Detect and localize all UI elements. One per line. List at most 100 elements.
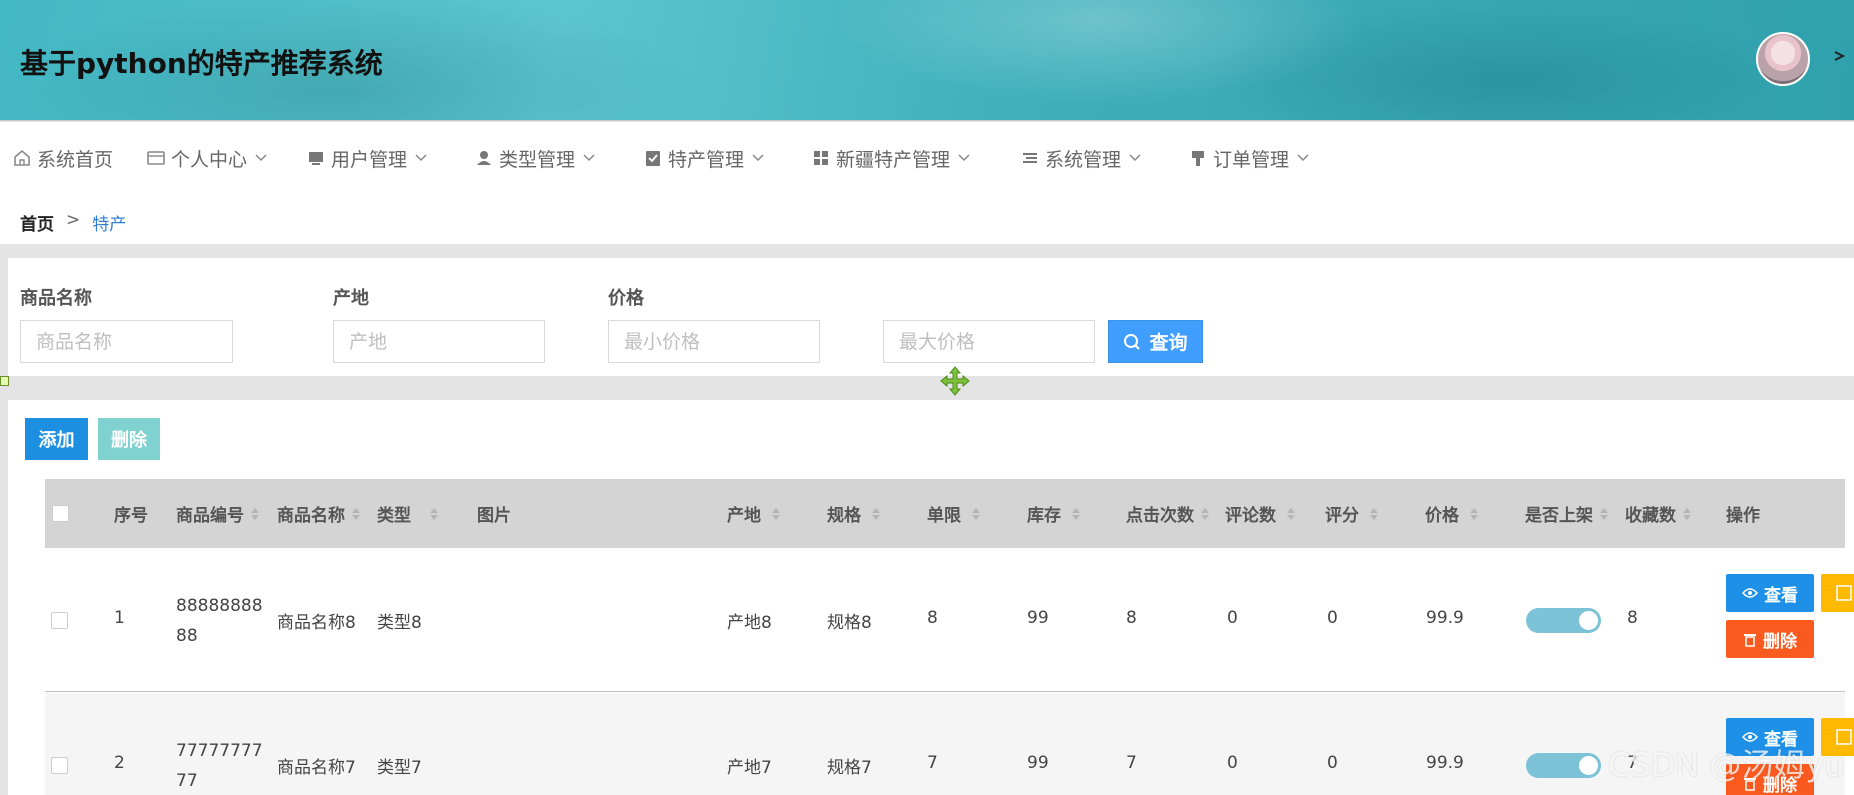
min-price-input[interactable]	[608, 320, 820, 363]
nav-item-users[interactable]: 用户管理	[306, 144, 427, 172]
col-on-shelf[interactable]: 是否上架	[1525, 479, 1609, 548]
col-spec[interactable]: 规格	[827, 479, 881, 548]
view-button[interactable]: 查看	[1726, 574, 1814, 612]
sort-icon[interactable]	[250, 506, 260, 522]
avatar[interactable]	[1756, 32, 1810, 86]
row-checkbox[interactable]	[51, 612, 68, 629]
breadcrumb: 首页 > 特产	[20, 210, 126, 235]
nav-item-system[interactable]: 系统管理	[1020, 144, 1141, 172]
edit-icon	[1836, 585, 1852, 601]
trash-icon	[1744, 633, 1756, 647]
cell-code: 7777777777	[176, 741, 263, 791]
chevron-down-icon	[255, 154, 267, 162]
chevron-down-icon[interactable]	[1832, 46, 1846, 66]
col-type[interactable]: 类型	[377, 479, 439, 548]
nav-item-label: 订单管理	[1213, 148, 1290, 171]
col-origin[interactable]: 产地	[727, 479, 781, 548]
brush-icon	[1192, 151, 1204, 166]
cell-clicks: 8	[1126, 608, 1137, 628]
grid-icon	[814, 151, 828, 165]
sort-icon[interactable]	[771, 506, 781, 522]
delete-button[interactable]: 删除	[1726, 620, 1814, 658]
col-index: 序号	[114, 506, 148, 526]
col-clicks[interactable]: 点击次数	[1126, 479, 1210, 548]
nav-item-profile[interactable]: 个人中心	[146, 144, 267, 172]
on-shelf-switch[interactable]	[1526, 608, 1601, 633]
cell-type: 类型7	[377, 758, 422, 778]
chevron-down-icon	[752, 154, 764, 162]
sort-icon[interactable]	[351, 506, 361, 522]
nav-item-label: 系统管理	[1045, 148, 1122, 171]
cell-rating: 0	[1327, 753, 1338, 773]
origin-input[interactable]	[333, 320, 545, 363]
watermark: CSDN @汤姆yu	[1608, 746, 1845, 784]
product-name-input[interactable]	[20, 320, 233, 363]
sort-icon[interactable]	[1469, 506, 1479, 522]
on-shelf-switch[interactable]	[1526, 753, 1601, 778]
chevron-down-icon	[415, 154, 427, 162]
cell-type: 类型8	[377, 613, 422, 633]
user-icon	[477, 151, 491, 165]
col-stock[interactable]: 库存	[1027, 479, 1081, 548]
col-comments[interactable]: 评论数	[1225, 479, 1296, 548]
cell-limit: 7	[927, 753, 938, 773]
sort-icon[interactable]	[1682, 506, 1692, 522]
cell-price: 99.9	[1426, 608, 1464, 628]
nav-item-home[interactable]: 系统首页	[12, 144, 113, 172]
col-actions: 操作	[1726, 506, 1760, 526]
cell-comments: 0	[1227, 753, 1238, 773]
select-all-checkbox[interactable]	[52, 505, 69, 522]
breadcrumb-home[interactable]: 首页	[20, 210, 54, 235]
sort-icon[interactable]	[1599, 506, 1609, 522]
resize-handle[interactable]	[0, 376, 9, 386]
batch-delete-button[interactable]: 删除	[98, 418, 160, 460]
nav-item-orders[interactable]: 订单管理	[1188, 144, 1309, 172]
cell-index: 1	[114, 608, 125, 628]
cell-spec: 规格8	[827, 613, 872, 633]
breadcrumb-current: 特产	[92, 215, 127, 235]
nav-item-label: 特产管理	[668, 148, 745, 171]
table-row: 2 7777777777 商品名称7 类型7 产地7 规格7 7 99 7 0 …	[45, 693, 1854, 795]
sort-icon[interactable]	[871, 506, 881, 522]
col-name[interactable]: 商品名称	[277, 479, 361, 548]
col-limit[interactable]: 单限	[927, 479, 981, 548]
sort-icon[interactable]	[971, 506, 981, 522]
add-button[interactable]: 添加	[25, 418, 88, 460]
nav-item-xinjiang[interactable]: 新疆特产管理	[811, 144, 970, 172]
chevron-down-icon	[958, 154, 970, 162]
edit-button[interactable]	[1821, 574, 1854, 612]
query-button[interactable]: 查询	[1108, 320, 1203, 363]
sort-icon[interactable]	[1369, 506, 1379, 522]
max-price-input[interactable]	[883, 320, 1095, 363]
query-button-label: 查询	[1149, 332, 1188, 354]
cell-price: 99.9	[1426, 753, 1464, 773]
col-favorites[interactable]: 收藏数	[1625, 479, 1692, 548]
nav-item-types[interactable]: 类型管理	[474, 144, 595, 172]
origin-label: 产地	[333, 288, 369, 309]
sort-icon[interactable]	[1286, 506, 1296, 522]
nav-item-label: 用户管理	[331, 148, 408, 171]
price-label: 价格	[608, 288, 644, 309]
site-title: 基于python的特产推荐系统	[20, 47, 383, 80]
cell-stock: 99	[1027, 753, 1049, 773]
sort-icon[interactable]	[1071, 506, 1081, 522]
cell-name: 商品名称7	[277, 758, 356, 778]
col-code[interactable]: 商品编号	[176, 479, 260, 548]
monitor-icon	[309, 152, 323, 165]
view-button-label: 查看	[1764, 585, 1798, 606]
col-image: 图片	[477, 506, 511, 526]
chevron-down-icon	[1297, 154, 1309, 162]
cell-stock: 99	[1027, 608, 1049, 628]
wallet-icon	[147, 151, 165, 165]
nav-item-specialties[interactable]: 特产管理	[643, 144, 764, 172]
cell-comments: 0	[1227, 608, 1238, 628]
col-price[interactable]: 价格	[1425, 479, 1479, 548]
nav-item-label: 系统首页	[37, 148, 114, 171]
sort-icon[interactable]	[429, 506, 439, 522]
search-icon	[1124, 333, 1141, 350]
cell-favorites: 8	[1627, 608, 1638, 628]
row-checkbox[interactable]	[51, 757, 68, 774]
col-rating[interactable]: 评分	[1325, 479, 1379, 548]
move-icon[interactable]	[940, 366, 970, 396]
sort-icon[interactable]	[1200, 506, 1210, 522]
